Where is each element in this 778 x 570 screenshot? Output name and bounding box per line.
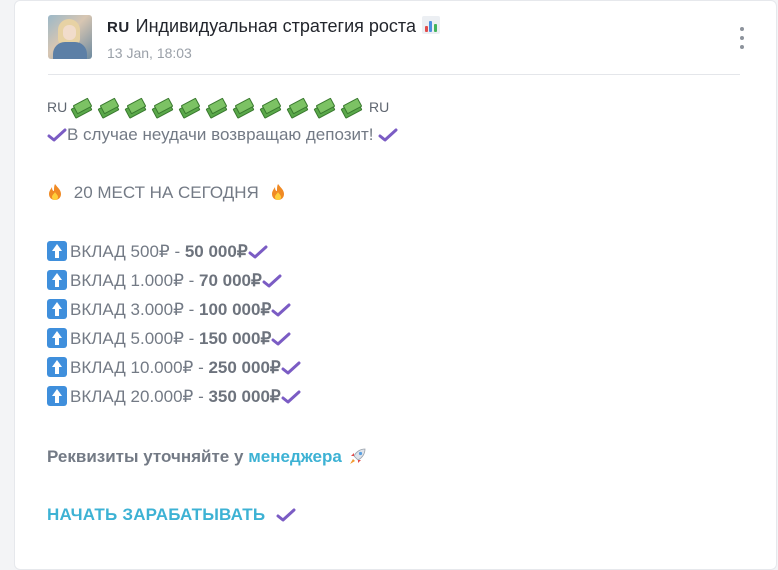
post-header: RU Индивидуальная стратегия роста 13 Jan,… [48, 15, 746, 61]
deposit-amount: ВКЛАД 20.000₽ - [70, 387, 209, 406]
deposit-result: 150 000₽ [199, 329, 272, 348]
more-vertical-icon[interactable] [738, 27, 746, 49]
guarantee-text: В случае неудачи возвращаю депозит! [67, 125, 374, 144]
requisites-text: Реквизиты уточняйте у [47, 447, 244, 466]
money-icon [97, 97, 120, 119]
money-icon [286, 97, 309, 119]
deposit-row: ВКЛАД 10.000₽ - 250 000₽ [47, 357, 301, 378]
flag-ru-right: RU [368, 99, 390, 115]
money-icon [151, 97, 174, 119]
flag-ru-icon: RU [107, 19, 130, 36]
header-divider [48, 74, 740, 75]
deposit-row: ВКЛАД 20.000₽ - 350 000₽ [47, 386, 301, 407]
arrow-up-icon [47, 357, 67, 377]
check-icon [47, 128, 67, 142]
money-row: RU RU [47, 97, 390, 119]
deposit-result: 50 000₽ [184, 242, 248, 261]
check-icon [281, 390, 301, 404]
post-date: 13 Jan, 18:03 [107, 45, 192, 61]
deposit-result: 70 000₽ [199, 271, 262, 290]
check-icon [378, 128, 398, 142]
fire-icon [49, 184, 61, 200]
check-icon [262, 274, 282, 288]
arrow-up-icon [47, 328, 67, 348]
requisites-line: Реквизиты уточняйте у менеджера [47, 446, 368, 467]
arrow-up-icon [47, 299, 67, 319]
money-icon [232, 97, 255, 119]
arrow-up-icon [47, 270, 67, 290]
places-line: 20 МЕСТ НА СЕГОДНЯ [47, 183, 286, 203]
guarantee-line: В случае неудачи возвращаю депозит! [47, 125, 398, 145]
bar-chart-icon [421, 16, 440, 34]
check-icon [271, 303, 291, 317]
flag-ru-left: RU [47, 99, 68, 115]
check-icon [276, 508, 296, 522]
cta-line: НАЧАТЬ ЗАРАБАТЫВАТЬ [47, 505, 296, 525]
money-icon [178, 97, 201, 119]
arrow-up-icon [47, 241, 67, 261]
money-icons [70, 97, 369, 119]
deposit-row: ВКЛАД 1.000₽ - 70 000₽ [47, 270, 282, 291]
places-text: 20 МЕСТ НА СЕГОДНЯ [73, 183, 259, 202]
check-icon [281, 361, 301, 375]
post-title-text: Индивидуальная стратегия роста [135, 16, 416, 36]
money-icon [259, 97, 282, 119]
deposit-amount: ВКЛАД 10.000₽ - [70, 358, 209, 377]
start-earning-link[interactable]: НАЧАТЬ ЗАРАБАТЫВАТЬ [47, 505, 265, 524]
deposit-result: 250 000₽ [208, 358, 281, 377]
deposit-row: ВКЛАД 5.000₽ - 150 000₽ [47, 328, 291, 349]
check-icon [271, 332, 291, 346]
deposit-row: ВКЛАД 3.000₽ - 100 000₽ [47, 299, 291, 320]
channel-avatar[interactable] [48, 15, 92, 59]
manager-link[interactable]: менеджера [248, 447, 342, 466]
deposit-result: 350 000₽ [208, 387, 281, 406]
money-icon [124, 97, 147, 119]
arrow-up-icon [47, 386, 67, 406]
money-icon [205, 97, 228, 119]
deposit-result: 100 000₽ [199, 300, 272, 319]
deposit-amount: ВКЛАД 1.000₽ - [70, 271, 200, 290]
rocket-icon [349, 448, 366, 464]
deposit-amount: ВКЛАД 500₽ - [70, 242, 185, 261]
deposit-row: ВКЛАД 500₽ - 50 000₽ [47, 241, 268, 262]
money-icon [70, 97, 93, 119]
deposit-amount: ВКЛАД 5.000₽ - [70, 329, 200, 348]
deposit-amount: ВКЛАД 3.000₽ - [70, 300, 200, 319]
money-icon [340, 97, 363, 119]
money-icon [313, 97, 336, 119]
post-title[interactable]: RU Индивидуальная стратегия роста [107, 16, 440, 37]
check-icon [248, 245, 268, 259]
fire-icon [271, 184, 284, 200]
